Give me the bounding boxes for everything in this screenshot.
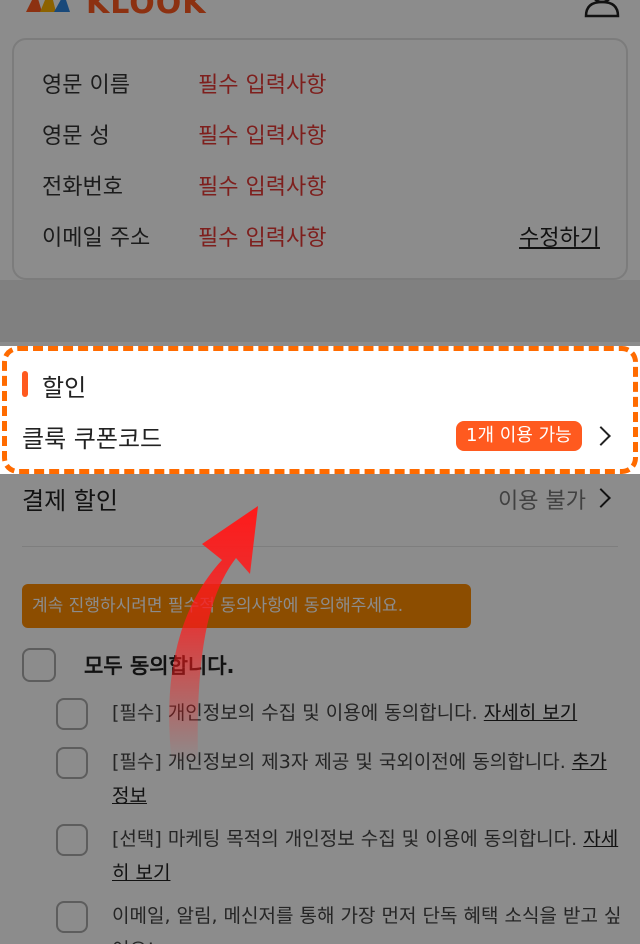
discount-highlight-frame xyxy=(2,346,638,474)
pointer-arrow-icon xyxy=(169,506,258,763)
dim-overlay xyxy=(0,474,640,944)
dim-overlay xyxy=(0,0,640,346)
